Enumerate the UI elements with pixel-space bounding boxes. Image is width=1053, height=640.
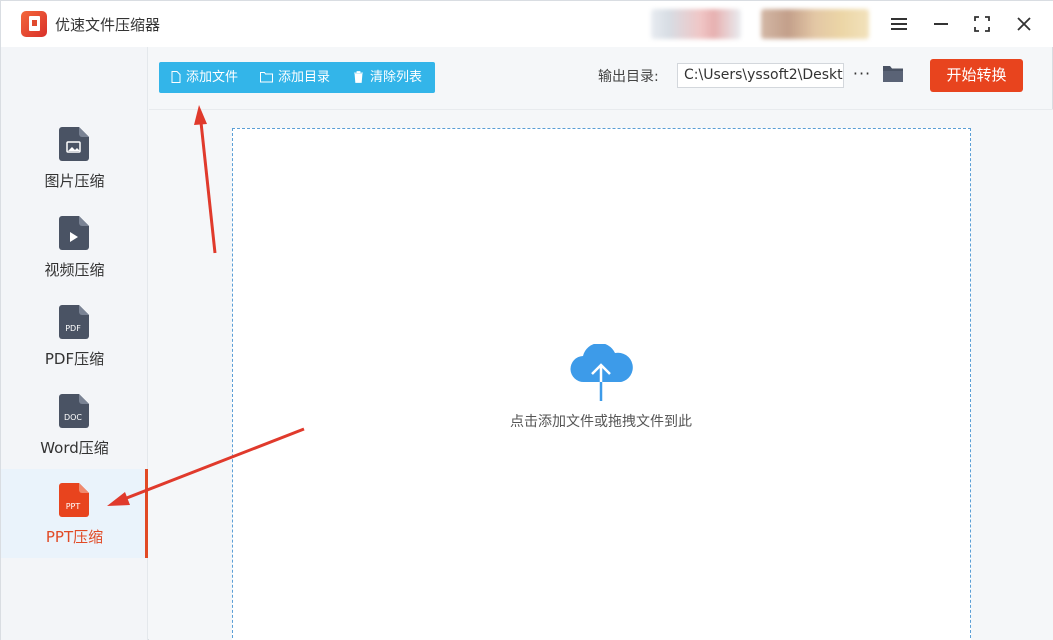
maximize-icon[interactable] (967, 9, 997, 39)
clear-list-label: 清除列表 (370, 70, 423, 85)
sidebar-item-label: Word压缩 (40, 439, 109, 457)
sidebar-item-label: PPT压缩 (45, 528, 104, 546)
video-file-icon (59, 216, 89, 250)
trash-icon (354, 71, 363, 83)
start-convert-button[interactable]: 开始转换 (930, 59, 1023, 92)
output-dir-field[interactable]: C:\Users\yssoft2\Desktop (677, 63, 844, 88)
image-file-icon (59, 127, 89, 161)
close-icon[interactable] (1009, 9, 1039, 39)
file-toolbar: 添加文件 添加目录 清除列表 (159, 62, 435, 93)
minimize-icon[interactable] (926, 9, 956, 39)
app-window: 优速文件压缩器 图片压缩 视频压缩 PDF PDF压缩 DOC Word压缩 P… (0, 0, 1053, 640)
sidebar-item-ppt[interactable]: PPT PPT压缩 (1, 469, 148, 558)
active-indicator (145, 469, 148, 558)
output-dir-label: 输出目录: (598, 69, 659, 85)
add-folder-label: 添加目录 (278, 70, 331, 85)
folder-outline-icon (260, 72, 273, 83)
doc-file-icon: DOC (59, 394, 89, 428)
cloud-upload-icon (570, 344, 633, 401)
add-file-label: 添加文件 (186, 70, 239, 85)
ppt-file-icon: PPT (59, 483, 89, 517)
browse-more-button[interactable]: ··· (852, 63, 872, 87)
app-logo-icon (21, 11, 47, 37)
sidebar-item-label: PDF压缩 (44, 350, 105, 368)
svg-text:PPT: PPT (66, 502, 81, 511)
svg-text:DOC: DOC (64, 413, 82, 422)
app-title: 优速文件压缩器 (55, 16, 161, 34)
open-folder-icon[interactable] (882, 64, 904, 84)
svg-text:PDF: PDF (65, 324, 81, 333)
title-bar: 优速文件压缩器 (1, 1, 1053, 47)
blurred-user-info (651, 9, 741, 39)
pdf-file-icon: PDF (59, 305, 89, 339)
sidebar: 图片压缩 视频压缩 PDF PDF压缩 DOC Word压缩 PPT PPT压缩 (1, 47, 148, 640)
sidebar-item-label: 图片压缩 (44, 172, 105, 190)
menu-icon[interactable] (884, 9, 914, 39)
blurred-account-info (761, 9, 869, 39)
sidebar-item-video[interactable]: 视频压缩 (1, 216, 148, 305)
sidebar-item-pdf[interactable]: PDF PDF压缩 (1, 305, 148, 394)
file-icon (171, 71, 181, 83)
sidebar-item-label: 视频压缩 (44, 261, 105, 279)
sidebar-item-image[interactable]: 图片压缩 (1, 127, 148, 216)
drop-hint-text: 点击添加文件或拖拽文件到此 (510, 414, 692, 430)
